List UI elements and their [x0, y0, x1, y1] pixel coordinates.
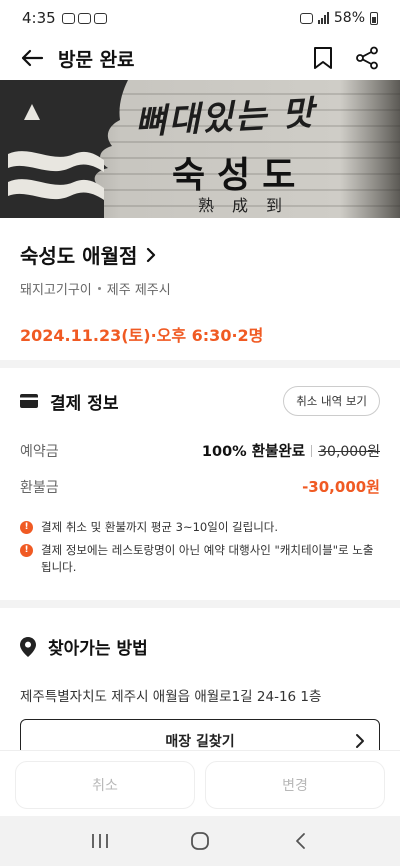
payment-title: 결제 정보: [50, 393, 119, 414]
section-divider: [0, 360, 400, 368]
clipboard-icon: [93, 12, 107, 24]
battery-percent: 58%: [333, 10, 365, 26]
signal-icon: [317, 12, 329, 24]
note-item: ! 결제 취소 및 환불까지 평균 3~10일이 길립니다.: [20, 519, 380, 536]
location-pin-icon: [20, 636, 36, 657]
value-separator: [311, 444, 313, 457]
recent-apps-button[interactable]: [80, 821, 120, 861]
recent-apps-icon: [92, 834, 108, 848]
refund-amount: -30,000원: [302, 478, 380, 496]
sign-name: 숙성도: [172, 155, 308, 196]
home-button[interactable]: [180, 821, 220, 861]
payment-notes: ! 결제 취소 및 환불까지 평균 3~10일이 길립니다. ! 결제 정보에는…: [20, 519, 380, 576]
note-item: ! 결제 정보에는 레스토랑명이 아닌 예약 대행사인 "캐치테이블"로 노출됩…: [20, 542, 380, 576]
status-time: 4:35: [22, 9, 56, 27]
info-icon: !: [20, 544, 33, 557]
store-address: 제주특별자치도 제주시 애월읍 애월로1길 24-16 1층: [20, 689, 322, 705]
section-divider: [0, 600, 400, 608]
directions-section: 찾아가는 방법 제주특별자치도 제주시 애월읍 애월로1길 24-16 1층 매…: [0, 608, 400, 750]
reservation-amount: 30,000원: [318, 443, 380, 460]
battery-icon: [370, 11, 378, 25]
store-info-section: 숙성도 애월점 돼지고기구이 제주 제주시 2024.11.23(토)·오후 6…: [0, 218, 400, 360]
info-icon: !: [20, 521, 33, 534]
store-category: 돼지고기구이: [20, 283, 92, 298]
store-hero-image: 뼈대있는 맛 숙성도 熟成到: [0, 80, 400, 218]
chevron-left-icon: [296, 833, 305, 849]
home-circle-icon: [191, 832, 209, 850]
note-text: 결제 정보에는 레스토랑명이 아닌 예약 대행사인 "캐치테이블"로 노출됩니다…: [41, 543, 374, 574]
directions-title: 찾아가는 방법: [48, 639, 148, 659]
reservation-label: 예약금: [20, 443, 59, 460]
chevron-right-icon: [147, 247, 156, 262]
system-nav-bar: [0, 816, 400, 866]
change-reservation-button[interactable]: 변경: [205, 761, 385, 809]
notification-icons: [61, 12, 107, 24]
find-route-button[interactable]: 매장 길찾기: [20, 719, 380, 750]
network-5g-icon: [299, 12, 313, 24]
store-location: 제주 제주시: [106, 283, 171, 298]
refund-status: 100% 환불완료: [201, 444, 306, 460]
back-button[interactable]: [20, 44, 48, 72]
share-icon: [356, 46, 378, 70]
store-name-link[interactable]: 숙성도 애월점: [20, 240, 380, 269]
bottom-action-bar: 취소 변경: [0, 750, 400, 816]
find-route-label: 매장 길찾기: [165, 734, 235, 750]
reservation-row: 예약금 100% 환불완료 30,000원: [20, 440, 380, 461]
bookmark-icon: [314, 47, 332, 69]
share-button[interactable]: [354, 45, 380, 71]
home-icon: [77, 12, 91, 24]
sign-slogan: 뼈대있는 맛: [134, 93, 317, 143]
app-bar: 방문 완료: [0, 36, 400, 80]
visit-datetime: 2024.11.23(토)·오후 6:30·2명: [20, 326, 264, 345]
arrow-left-icon: [21, 49, 44, 67]
cancel-history-button[interactable]: 취소 내역 보기: [283, 386, 380, 416]
refund-label: 환불금: [20, 479, 59, 496]
payment-section: 결제 정보 취소 내역 보기 예약금 100% 환불완료 30,000원 환불금…: [0, 368, 400, 600]
store-name: 숙성도 애월점: [20, 244, 138, 268]
card-icon: [20, 394, 38, 408]
status-bar: 4:35 58%: [0, 0, 400, 36]
chevron-right-icon: [356, 734, 364, 748]
page-title: 방문 완료: [58, 48, 135, 71]
talk-icon: [61, 12, 75, 24]
refund-row: 환불금 -30,000원: [20, 476, 380, 497]
sign-hanja: 熟成到: [198, 196, 301, 215]
separator-dot: [97, 287, 101, 290]
note-text: 결제 취소 및 환불까지 평균 3~10일이 길립니다.: [41, 520, 279, 534]
system-back-button[interactable]: [280, 821, 320, 861]
cancel-reservation-button[interactable]: 취소: [15, 761, 195, 809]
bookmark-button[interactable]: [310, 45, 336, 71]
